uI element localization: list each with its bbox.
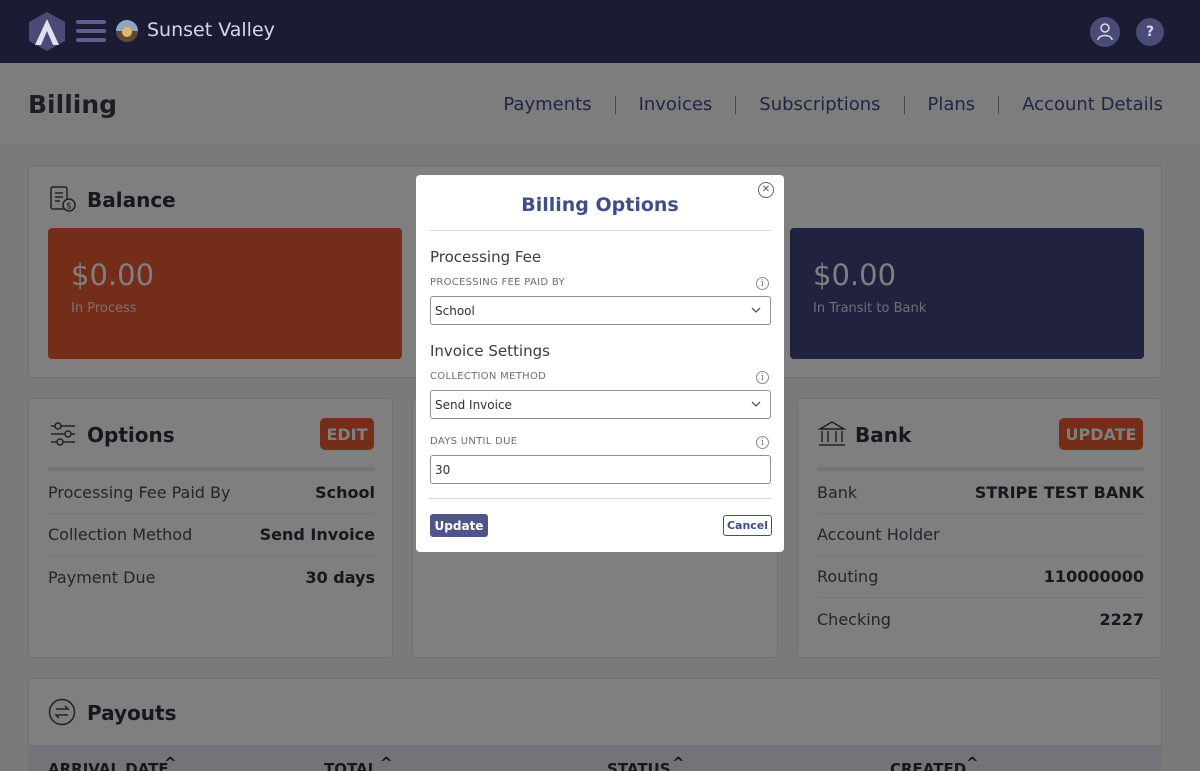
help-icon[interactable]: ? <box>1136 18 1164 46</box>
modal-title: Billing Options <box>521 194 679 216</box>
info-icon[interactable]: i <box>756 277 769 290</box>
school-logo-icon <box>116 20 138 42</box>
invoice-settings-section-title: Invoice Settings <box>430 342 550 360</box>
days-until-due-input[interactable]: 30 <box>430 455 771 484</box>
processing-fee-selected-value: School <box>435 303 475 318</box>
processing-fee-label: PROCESSING FEE PAID BY <box>430 277 565 288</box>
days-until-due-label: DAYS UNTIL DUE <box>430 436 518 447</box>
divider <box>429 498 772 499</box>
collection-method-select[interactable]: Send Invoice <box>430 390 771 419</box>
info-icon[interactable]: i <box>756 436 769 449</box>
processing-fee-section-title: Processing Fee <box>430 248 542 266</box>
processing-fee-select[interactable]: School <box>430 296 771 325</box>
collection-method-label: COLLECTION METHOD <box>430 371 547 382</box>
cancel-button[interactable]: Cancel <box>723 515 772 536</box>
app-logo-icon[interactable] <box>28 11 66 52</box>
info-icon[interactable]: i <box>756 371 769 384</box>
billing-options-modal <box>416 175 784 552</box>
collection-method-selected-value: Send Invoice <box>435 397 512 412</box>
days-until-due-value: 30 <box>435 462 451 477</box>
chevron-down-icon <box>751 398 761 411</box>
top-navbar: Sunset Valley ? <box>0 0 1200 63</box>
divider <box>429 230 772 231</box>
chevron-down-icon <box>751 304 761 317</box>
user-icon[interactable] <box>1090 17 1120 47</box>
menu-icon[interactable] <box>76 20 106 42</box>
update-button[interactable]: Update <box>430 514 488 537</box>
school-name[interactable]: Sunset Valley <box>147 19 275 41</box>
